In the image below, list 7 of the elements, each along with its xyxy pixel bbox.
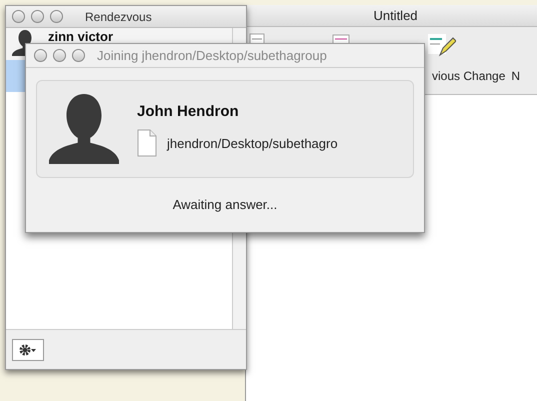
status-text: Awaiting answer... [172, 196, 278, 214]
document-path: jhendron/Desktop/subethagro [167, 134, 338, 153]
user-name: zinn victor [48, 30, 114, 44]
user-name: John Hendron [137, 102, 240, 122]
dialog-title: Joining jhendron/Desktop/subethagroup [97, 46, 327, 65]
window-title: Untitled [373, 6, 418, 25]
window-title: Rendezvous [85, 8, 152, 26]
